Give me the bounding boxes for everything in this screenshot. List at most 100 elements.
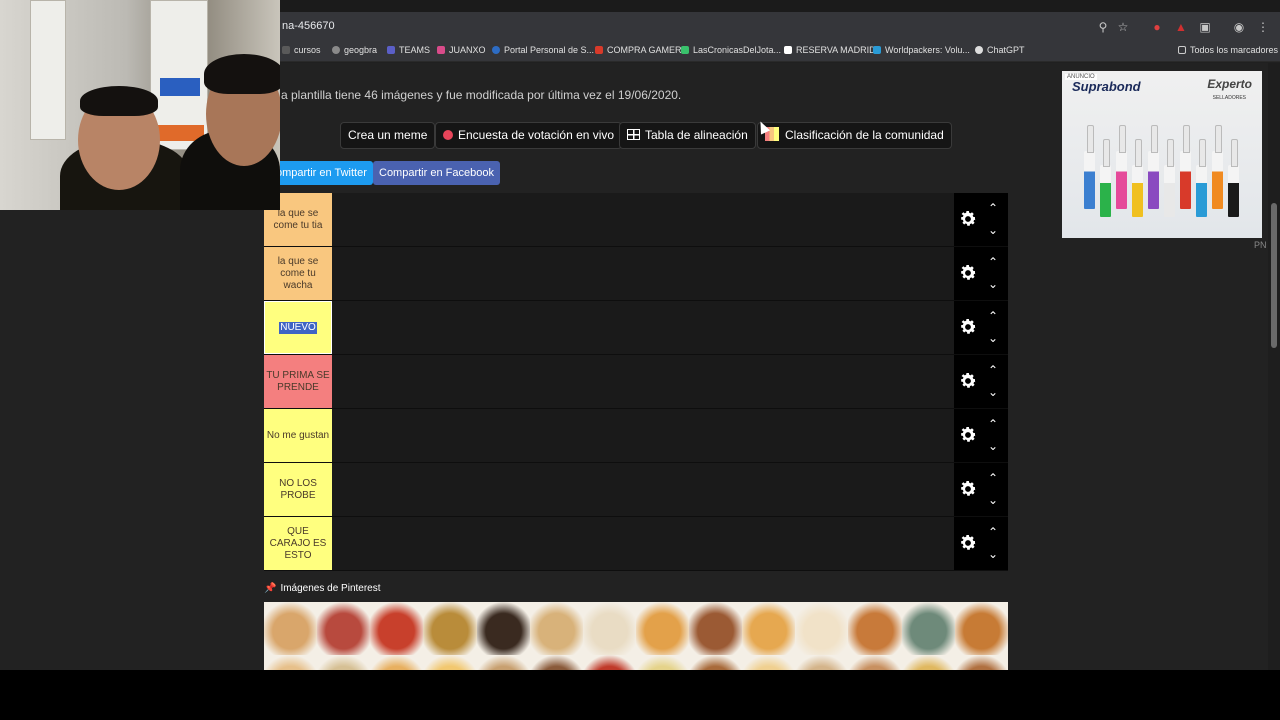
compra-gamer-icon [595, 46, 603, 54]
move-up-icon[interactable]: ⌃ [986, 309, 1000, 323]
alignment-chart-button[interactable]: Tabla de alineación [619, 122, 756, 149]
move-up-icon[interactable]: ⌃ [986, 417, 1000, 431]
pinterest-thumbnail[interactable] [901, 655, 955, 670]
pinterest-thumbnail[interactable] [529, 602, 583, 655]
url-text[interactable]: na-456670 [282, 20, 335, 32]
extension-pdf-icon[interactable]: ▲ [1172, 18, 1190, 36]
tier-drop-zone[interactable] [332, 355, 954, 408]
move-down-icon[interactable]: ⌄ [986, 277, 1000, 291]
tier-drop-zone[interactable] [332, 193, 954, 246]
gear-icon[interactable] [958, 263, 978, 283]
pinterest-thumbnail[interactable] [476, 602, 530, 655]
move-down-icon[interactable]: ⌄ [986, 547, 1000, 561]
gear-icon[interactable] [958, 479, 978, 499]
bookmark-lascronicas[interactable]: LasCronicasDelJota... [681, 45, 781, 55]
bookmark-worldpackers[interactable]: Worldpackers: Volu... [873, 45, 970, 55]
pinterest-thumbnail[interactable] [848, 602, 902, 655]
tier-label[interactable]: TU PRIMA SE PRENDE [264, 355, 332, 408]
pinterest-thumbnail[interactable] [529, 655, 583, 670]
chatgpt-icon [975, 46, 983, 54]
tier-label[interactable]: QUE CARAJO ES ESTO [264, 517, 332, 570]
letterbox-bar [0, 670, 1280, 720]
move-up-icon[interactable]: ⌃ [986, 363, 1000, 377]
move-down-icon[interactable]: ⌄ [986, 331, 1000, 345]
pinterest-thumbnail[interactable] [848, 655, 902, 670]
pinterest-image-grid [264, 602, 1008, 670]
bookmark-geogbra[interactable]: geogbra [332, 45, 377, 55]
pinterest-thumbnail[interactable] [954, 602, 1008, 655]
scrollbar-thumb[interactable] [1271, 203, 1277, 348]
all-bookmarks[interactable]: Todos los marcadores [1178, 45, 1278, 55]
tier-drop-zone[interactable] [332, 463, 954, 516]
community-ranking-button[interactable]: Clasificación de la comunidad [757, 122, 952, 149]
extension-red-icon[interactable]: ● [1148, 18, 1166, 36]
tier-label[interactable]: No me gustan [264, 409, 332, 462]
browser-viewport: na-456670 ⚲ ☆ ● ▲ ▣ ◉ ⋮ cursos geogbra T… [0, 0, 1280, 670]
tier-row: NO LOS PROBE ⌃ ⌄ [264, 463, 1008, 517]
pinterest-thumbnail[interactable] [901, 602, 955, 655]
extensions-puzzle-icon[interactable]: ▣ [1196, 18, 1214, 36]
pinterest-thumbnail[interactable] [689, 655, 743, 670]
move-down-icon[interactable]: ⌄ [986, 223, 1000, 237]
pinterest-thumbnail[interactable] [476, 655, 530, 670]
bookmark-juanxo[interactable]: JUANXO [437, 45, 486, 55]
pinterest-thumbnail[interactable] [795, 655, 849, 670]
star-icon[interactable]: ☆ [1114, 18, 1132, 36]
bookmark-reserva-madrid[interactable]: RESERVA MADRID [784, 45, 876, 55]
bookmark-teams[interactable]: TEAMS [387, 45, 430, 55]
move-up-icon[interactable]: ⌃ [986, 201, 1000, 215]
gear-icon[interactable] [958, 209, 978, 229]
translate-icon[interactable]: ⚲ [1094, 18, 1112, 36]
gear-icon[interactable] [958, 371, 978, 391]
move-up-icon[interactable]: ⌃ [986, 255, 1000, 269]
move-down-icon[interactable]: ⌄ [986, 493, 1000, 507]
bookmark-cursos[interactable]: cursos [282, 45, 321, 55]
pinterest-thumbnail[interactable] [317, 602, 371, 655]
pinterest-thumbnail[interactable] [264, 602, 318, 655]
pinterest-thumbnail[interactable] [635, 602, 689, 655]
page-scrollbar[interactable] [1268, 63, 1280, 670]
share-twitter-button[interactable]: ompartir en Twitter [270, 161, 373, 185]
bookmark-chatgpt[interactable]: ChatGPT [975, 45, 1025, 55]
menu-dots-icon[interactable]: ⋮ [1254, 18, 1272, 36]
pinterest-thumbnail[interactable] [370, 655, 424, 670]
gear-icon[interactable] [958, 533, 978, 553]
move-down-icon[interactable]: ⌄ [986, 439, 1000, 453]
pinterest-thumbnail[interactable] [264, 655, 318, 670]
pinterest-thumbnail[interactable] [742, 655, 796, 670]
selected-label-text[interactable]: NUEVO [279, 321, 317, 334]
webcam-overlay [0, 0, 280, 210]
pinterest-thumbnail[interactable] [635, 655, 689, 670]
move-down-icon[interactable]: ⌄ [986, 385, 1000, 399]
move-up-icon[interactable]: ⌃ [986, 471, 1000, 485]
gear-icon[interactable] [958, 317, 978, 337]
live-poll-button[interactable]: Encuesta de votación en vivo [435, 122, 623, 149]
tier-label[interactable]: la que se come tu wacha [264, 247, 332, 300]
pinterest-thumbnail[interactable] [582, 655, 636, 670]
lascronicas-icon [681, 46, 689, 54]
tier-label-editing[interactable]: NUEVO [264, 301, 332, 354]
share-facebook-button[interactable]: Compartir en Facebook [373, 161, 500, 185]
tier-drop-zone[interactable] [332, 409, 954, 462]
profile-icon[interactable]: ◉ [1230, 18, 1248, 36]
bookmark-compra-gamer[interactable]: COMPRA GAMER [595, 45, 682, 55]
pinterest-thumbnail[interactable] [370, 602, 424, 655]
gear-icon[interactable] [958, 425, 978, 445]
tier-label[interactable]: NO LOS PROBE [264, 463, 332, 516]
pinterest-thumbnail[interactable] [954, 655, 1008, 670]
pinterest-thumbnail[interactable] [582, 602, 636, 655]
pinterest-thumbnail[interactable] [317, 655, 371, 670]
pinterest-thumbnail[interactable] [423, 655, 477, 670]
pinterest-thumbnail[interactable] [689, 602, 743, 655]
move-up-icon[interactable]: ⌃ [986, 525, 1000, 539]
bookmark-portal[interactable]: Portal Personal de S... [492, 45, 594, 55]
tier-drop-zone[interactable] [332, 301, 954, 354]
pinterest-thumbnail[interactable] [423, 602, 477, 655]
pinterest-thumbnail[interactable] [742, 602, 796, 655]
pinterest-thumbnail[interactable] [795, 602, 849, 655]
advertisement[interactable]: ANUNCIO Suprabond Experto SELLADORES [1062, 71, 1262, 238]
tier-controls: ⌃ ⌄ [954, 517, 1008, 570]
create-meme-button[interactable]: Crea un meme [340, 122, 436, 149]
tier-drop-zone[interactable] [332, 517, 954, 570]
tier-drop-zone[interactable] [332, 247, 954, 300]
